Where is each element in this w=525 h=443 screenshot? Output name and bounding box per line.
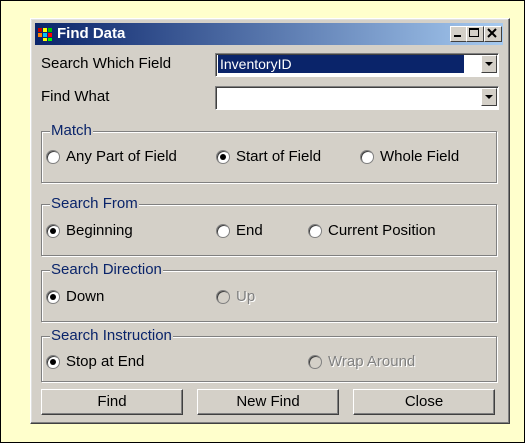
find-what-label: Find What bbox=[41, 88, 110, 105]
match-whole-label: Whole Field bbox=[380, 148, 460, 165]
chevron-down-icon bbox=[485, 95, 493, 99]
match-start-label: Start of Field bbox=[236, 148, 322, 165]
radio-off-icon bbox=[360, 149, 374, 164]
minimize-icon bbox=[454, 35, 461, 37]
close-icon bbox=[487, 28, 497, 38]
search-from-end-label: End bbox=[236, 222, 263, 239]
direction-down-label: Down bbox=[66, 288, 105, 305]
match-group: Match Any Part of Field Start of Field W… bbox=[41, 122, 497, 183]
match-start-radio[interactable]: Start of Field bbox=[216, 148, 321, 165]
find-what-dropdown-button[interactable] bbox=[481, 88, 497, 106]
search-from-current-label: Current Position bbox=[328, 222, 436, 239]
match-any-part-radio[interactable]: Any Part of Field bbox=[46, 148, 177, 165]
close-button[interactable] bbox=[484, 26, 502, 42]
search-instruction-legend: Search Instruction bbox=[50, 327, 173, 344]
window-title: Find Data bbox=[57, 25, 126, 42]
find-button[interactable]: Find bbox=[41, 389, 183, 415]
app-grid-icon bbox=[38, 28, 52, 41]
radio-off-icon bbox=[46, 149, 60, 164]
stop-at-end-label: Stop at End bbox=[66, 353, 145, 370]
chevron-down-icon bbox=[485, 62, 493, 66]
radio-off-icon bbox=[216, 223, 230, 238]
search-field-combo[interactable]: InventoryID bbox=[215, 53, 499, 77]
search-from-legend: Search From bbox=[50, 195, 139, 212]
match-whole-radio[interactable]: Whole Field bbox=[360, 148, 459, 165]
radio-off-icon bbox=[308, 223, 322, 238]
search-field-value: InventoryID bbox=[218, 55, 464, 73]
search-field-dropdown-button[interactable] bbox=[481, 55, 497, 73]
direction-up-label: Up bbox=[236, 288, 256, 305]
maximize-button[interactable] bbox=[466, 26, 484, 42]
radio-on-icon bbox=[216, 149, 230, 164]
search-from-beginning-radio[interactable]: Beginning bbox=[46, 222, 133, 239]
radio-on-icon bbox=[46, 223, 60, 238]
radio-on-icon bbox=[46, 354, 60, 369]
find-what-combo[interactable] bbox=[215, 86, 499, 110]
search-field-label: Search Which Field bbox=[41, 55, 172, 72]
search-from-group: Search From Beginning End Current Positi… bbox=[41, 195, 497, 256]
match-any-part-label: Any Part of Field bbox=[66, 148, 177, 165]
radio-off-icon bbox=[216, 289, 230, 304]
stop-at-end-radio[interactable]: Stop at End bbox=[46, 353, 144, 370]
search-direction-legend: Search Direction bbox=[50, 261, 163, 278]
find-what-value bbox=[218, 88, 222, 106]
direction-up-radio[interactable]: Up bbox=[216, 288, 255, 305]
search-from-end-radio[interactable]: End bbox=[216, 222, 263, 239]
wrap-around-label: Wrap Around bbox=[328, 353, 416, 370]
search-from-current-radio[interactable]: Current Position bbox=[308, 222, 436, 239]
find-data-dialog: Find Data Search Which Field InventoryID… bbox=[30, 18, 510, 424]
maximize-icon bbox=[469, 28, 479, 37]
wrap-around-radio[interactable]: Wrap Around bbox=[308, 353, 415, 370]
radio-off-icon bbox=[308, 354, 322, 369]
radio-on-icon bbox=[46, 289, 60, 304]
title-bar[interactable]: Find Data bbox=[35, 23, 503, 45]
direction-down-radio[interactable]: Down bbox=[46, 288, 104, 305]
search-instruction-group: Search Instruction Stop at End Wrap Arou… bbox=[41, 327, 497, 382]
new-find-button[interactable]: New Find bbox=[197, 389, 339, 415]
match-legend: Match bbox=[50, 122, 93, 139]
search-from-beginning-label: Beginning bbox=[66, 222, 133, 239]
search-direction-group: Search Direction Down Up bbox=[41, 261, 497, 322]
close-dialog-button[interactable]: Close bbox=[353, 389, 495, 415]
